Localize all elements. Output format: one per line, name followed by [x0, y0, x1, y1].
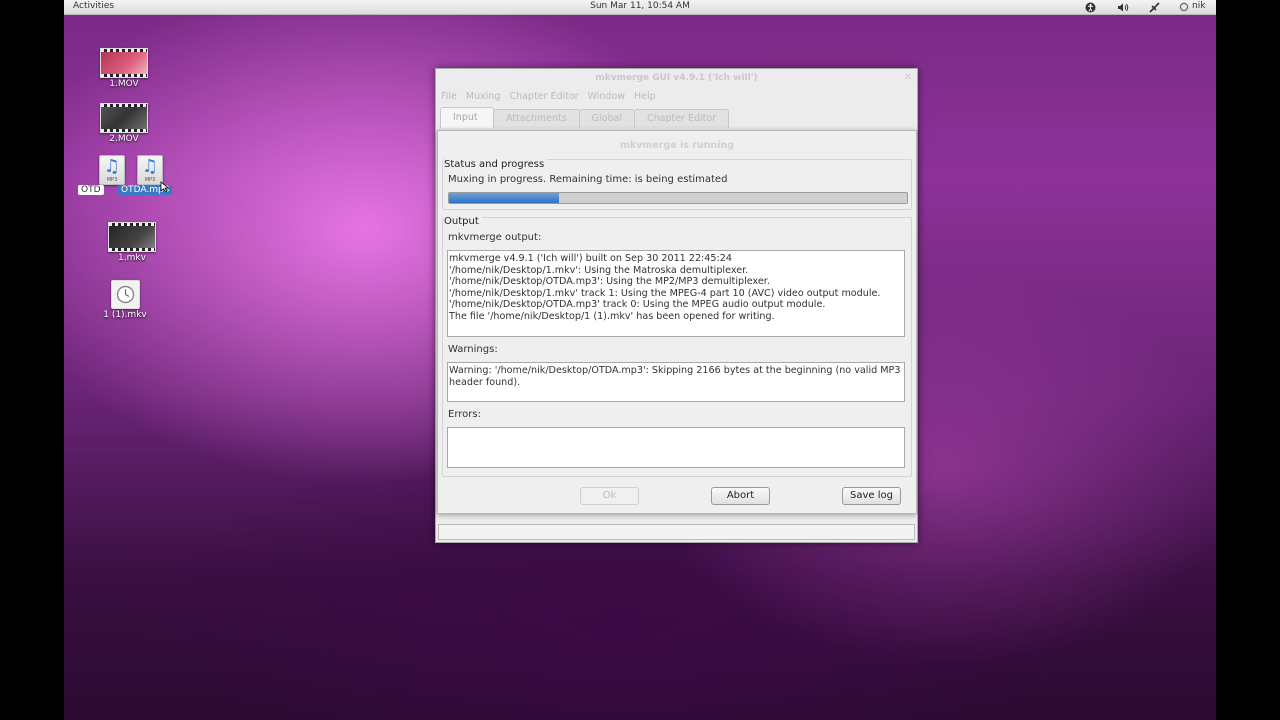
- desktop-icon-1-mkv[interactable]: 1.mkv: [92, 222, 172, 263]
- warnings-label: Warnings:: [448, 344, 498, 355]
- mouse-cursor-icon: [160, 181, 169, 193]
- menu-bar: File Muxing Chapter Editor Window Help: [441, 91, 656, 102]
- volume-icon[interactable]: [1117, 0, 1129, 14]
- save-log-button[interactable]: Save log: [842, 487, 901, 505]
- tab-global[interactable]: Global: [578, 109, 635, 128]
- dialog-title: mkvmerge is running: [620, 140, 734, 151]
- desktop-icon-label: 2.MOV: [109, 134, 139, 144]
- desktop-background: Activities Sun Mar 11, 10:54 AM nik 1.MO…: [64, 0, 1216, 720]
- tab-input[interactable]: Input: [440, 107, 494, 128]
- dragged-icon-otda-mp3[interactable]: ♫ MP3 OTDA.mp3: [118, 155, 180, 195]
- network-icon[interactable]: [1149, 0, 1160, 14]
- menu-window[interactable]: Window: [588, 91, 625, 102]
- desktop-icon-label: 1 (1).mkv: [103, 310, 147, 320]
- warnings-textbox[interactable]: Warning: '/home/nik/Desktop/OTDA.mp3': S…: [447, 362, 905, 402]
- menu-chapter-editor[interactable]: Chapter Editor: [509, 91, 578, 102]
- desktop-icon-label: 1.mkv: [118, 253, 146, 263]
- clock-file-icon: [110, 280, 140, 309]
- output-label: mkvmerge output:: [448, 232, 542, 243]
- user-menu[interactable]: nik: [1192, 1, 1205, 11]
- status-text: Muxing in progress. Remaining time: is b…: [448, 174, 728, 185]
- menu-help[interactable]: Help: [634, 91, 656, 102]
- mkvmerge-progress-dialog: mkvmerge is running Status and progress …: [437, 130, 917, 514]
- video-thumbnail: [100, 103, 148, 133]
- video-thumbnail: [100, 48, 148, 78]
- tab-bar: Input Attachments Global Chapter Editor: [440, 107, 730, 128]
- desktop-icon-label-partial: OTD: [78, 185, 104, 195]
- ok-button[interactable]: Ok: [580, 487, 639, 505]
- desktop-icon-2-mov[interactable]: 2.MOV: [84, 103, 164, 144]
- video-thumbnail: [108, 222, 156, 252]
- tab-chapter-editor[interactable]: Chapter Editor: [633, 109, 730, 128]
- window-title: mkvmerge GUI v4.9.1 ('Ich will'): [595, 73, 758, 83]
- errors-label: Errors:: [448, 409, 481, 420]
- output-textbox[interactable]: mkvmerge v4.9.1 ('Ich will') built on Se…: [447, 250, 905, 337]
- top-panel: Activities Sun Mar 11, 10:54 AM nik: [64, 0, 1216, 15]
- desktop-icon-1-1-mkv[interactable]: 1 (1).mkv: [85, 280, 165, 320]
- status-field: [438, 524, 915, 540]
- tab-attachments[interactable]: Attachments: [493, 109, 580, 128]
- errors-textbox[interactable]: [447, 427, 905, 468]
- abort-button[interactable]: Abort: [711, 487, 770, 505]
- status-group-label: Status and progress: [444, 159, 548, 170]
- menu-muxing[interactable]: Muxing: [466, 91, 501, 102]
- accessibility-icon[interactable]: [1085, 0, 1096, 14]
- menu-file[interactable]: File: [441, 91, 457, 102]
- output-group-label: Output: [444, 216, 482, 227]
- user-status-icon[interactable]: [1179, 0, 1189, 14]
- progress-fill: [449, 193, 559, 203]
- clock[interactable]: Sun Mar 11, 10:54 AM: [64, 1, 1216, 11]
- close-icon[interactable]: ✕: [904, 72, 912, 83]
- desktop-icon-1-mov[interactable]: 1.MOV: [84, 48, 164, 89]
- progress-bar: [448, 192, 908, 204]
- desktop-icon-label: 1.MOV: [109, 79, 139, 89]
